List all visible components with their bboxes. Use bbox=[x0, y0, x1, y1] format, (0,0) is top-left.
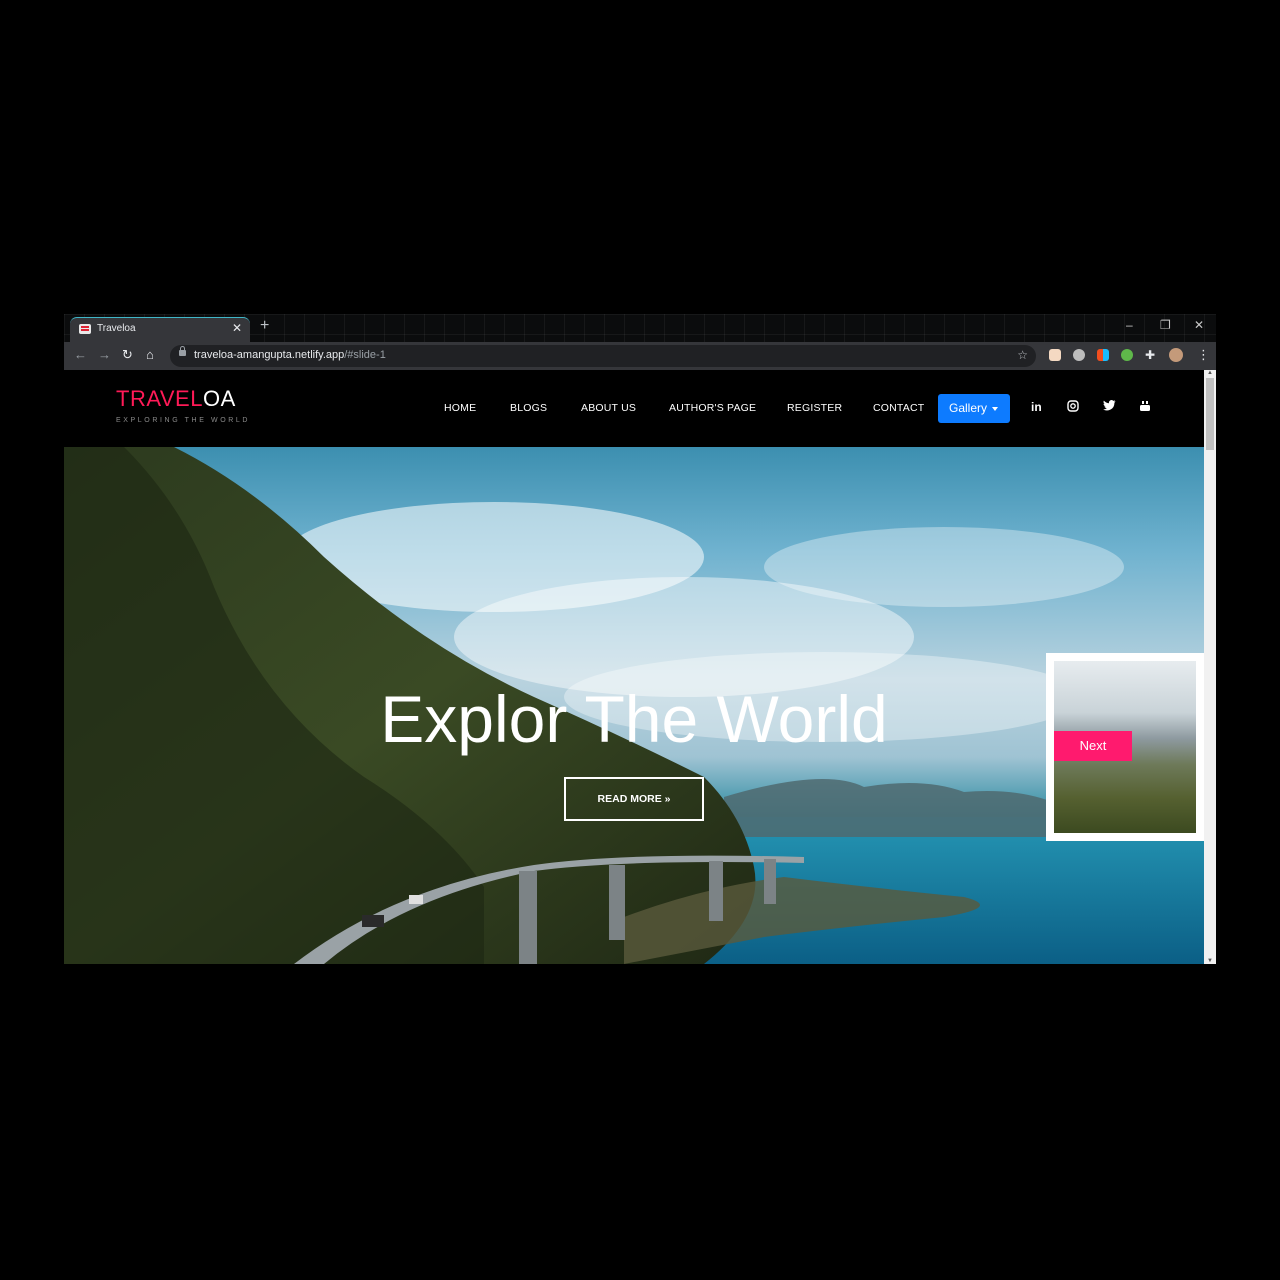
minimize-icon[interactable]: – bbox=[1126, 318, 1133, 332]
gallery-dropdown-button[interactable]: Gallery bbox=[938, 394, 1010, 423]
extension-plus-icon[interactable] bbox=[1121, 349, 1133, 361]
lock-icon bbox=[179, 346, 186, 356]
nav-authors-page[interactable]: AUTHOR'S PAGE bbox=[669, 402, 756, 414]
scroll-up-icon[interactable]: ▲ bbox=[1207, 370, 1213, 376]
linkedin-icon[interactable]: in bbox=[1031, 400, 1042, 414]
home-icon[interactable]: ⌂ bbox=[146, 347, 154, 362]
site-logo[interactable]: TRAVELOA bbox=[116, 386, 236, 412]
extensions-puzzle-icon[interactable]: ✚ bbox=[1145, 348, 1155, 362]
youtube-icon[interactable] bbox=[1139, 400, 1151, 415]
bookmark-star-icon[interactable]: ☆ bbox=[1017, 348, 1028, 362]
new-tab-icon[interactable]: + bbox=[260, 317, 269, 335]
browser-toolbar: ← → ↻ ⌂ traveloa-amangupta.netlify.app/#… bbox=[64, 342, 1216, 370]
close-window-icon[interactable]: ✕ bbox=[1194, 318, 1204, 332]
nav-contact[interactable]: CONTACT bbox=[873, 402, 924, 414]
scroll-down-icon[interactable]: ▼ bbox=[1207, 958, 1213, 964]
caret-down-icon bbox=[992, 406, 999, 411]
extension-notes-icon[interactable] bbox=[1049, 349, 1061, 361]
double-chevron-right-icon: » bbox=[664, 793, 671, 805]
next-slide-label[interactable]: Next bbox=[1054, 731, 1132, 761]
scrollbar-thumb[interactable] bbox=[1206, 378, 1214, 450]
hero-slider: Explor The World READ MORE » Next bbox=[64, 447, 1204, 964]
favicon-icon bbox=[79, 324, 91, 334]
close-tab-icon[interactable]: ✕ bbox=[232, 321, 242, 335]
instagram-icon[interactable] bbox=[1067, 400, 1079, 415]
web-page: TRAVELOA EXPLORING THE WORLD HOME BLOGS … bbox=[64, 370, 1204, 964]
address-bar[interactable]: traveloa-amangupta.netlify.app/#slide-1 … bbox=[170, 345, 1036, 367]
tab-title: Traveloa bbox=[97, 323, 136, 334]
hero-title: Explor The World bbox=[380, 682, 888, 756]
reload-icon[interactable]: ↻ bbox=[122, 347, 133, 363]
browser-window: Traveloa ✕ + – ❐ ✕ ← → ↻ ⌂ traveloa-aman… bbox=[64, 314, 1216, 964]
nav-home[interactable]: HOME bbox=[444, 402, 476, 414]
page-scrollbar[interactable]: ▲ ▼ bbox=[1204, 370, 1216, 964]
browser-tab[interactable]: Traveloa ✕ bbox=[70, 317, 250, 342]
profile-avatar[interactable] bbox=[1169, 348, 1183, 362]
site-tagline: EXPLORING THE WORLD bbox=[116, 417, 251, 424]
extension-settings-icon[interactable] bbox=[1073, 349, 1085, 361]
extension-figma-icon[interactable] bbox=[1097, 349, 1109, 361]
restore-icon[interactable]: ❐ bbox=[1160, 318, 1171, 332]
nav-blogs[interactable]: BLOGS bbox=[510, 402, 547, 414]
twitter-icon[interactable] bbox=[1103, 400, 1116, 414]
nav-about-us[interactable]: ABOUT US bbox=[581, 402, 636, 414]
forward-icon[interactable]: → bbox=[98, 347, 111, 362]
read-more-button[interactable]: READ MORE » bbox=[564, 777, 704, 821]
next-slide-thumbnail: Next bbox=[1054, 661, 1196, 833]
next-slide-card[interactable]: Next bbox=[1046, 653, 1204, 841]
back-icon[interactable]: ← bbox=[74, 347, 87, 362]
nav-register[interactable]: REGISTER bbox=[787, 402, 842, 414]
tab-strip: Traveloa ✕ + – ❐ ✕ bbox=[64, 314, 1216, 342]
browser-menu-icon[interactable]: ⋮ bbox=[1197, 347, 1210, 363]
url-text: traveloa-amangupta.netlify.app/#slide-1 bbox=[194, 349, 386, 361]
